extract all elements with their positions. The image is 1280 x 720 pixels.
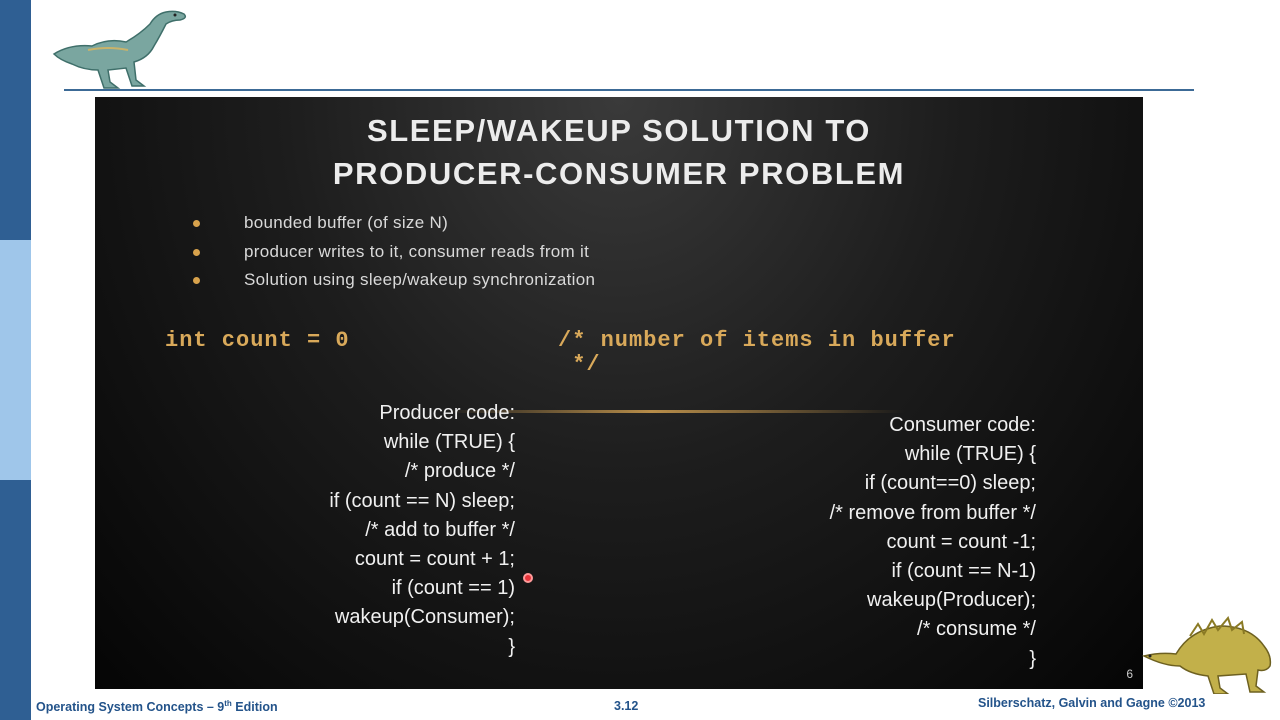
slide-title-line2: PRODUCER-CONSUMER PROBLEM xyxy=(332,156,906,191)
producer-code-line: count = count + 1; xyxy=(354,548,515,571)
bullet-item: bounded buffer (of size N) xyxy=(191,209,595,238)
producer-code-line: if (count == N) sleep; xyxy=(329,489,515,512)
consumer-code-line: wakeup(Producer); xyxy=(867,589,1036,612)
stegosaurus-logo-icon xyxy=(1141,616,1272,694)
producer-code: Producer code: while (TRUE) { /* produce… xyxy=(329,399,515,662)
header-rule xyxy=(64,89,1194,91)
footer-book-title: Operating System Concepts – 9th Edition xyxy=(36,699,278,715)
consumer-code-line: /* consume */ xyxy=(917,618,1036,641)
left-frame-bar-highlight xyxy=(0,240,31,480)
footer-page-number: 3.12 xyxy=(614,699,639,713)
producer-code-line: } xyxy=(508,635,515,658)
dinosaur-logo-icon xyxy=(52,10,187,89)
consumer-code-line: while (TRUE) { xyxy=(904,443,1036,466)
producer-code-line: wakeup(Consumer); xyxy=(334,606,515,629)
consumer-code-line: /* remove from buffer */ xyxy=(829,501,1036,524)
consumer-code-line: } xyxy=(1029,647,1036,670)
consumer-code-line: if (count == N-1) xyxy=(891,560,1036,583)
bullet-list: bounded buffer (of size N) producer writ… xyxy=(191,209,595,295)
bullet-item: Solution using sleep/wakeup synchronizat… xyxy=(191,266,595,295)
consumer-code-line: if (count==0) sleep; xyxy=(864,472,1036,495)
producer-code-line: while (TRUE) { xyxy=(383,431,515,454)
slide-title-line1: SLEEP/WAKEUP SOLUTION TO xyxy=(366,113,872,148)
producer-code-line: if (count == 1) xyxy=(391,577,515,600)
slide-page-number: 6 xyxy=(1126,667,1133,681)
producer-code-line: /* add to buffer */ xyxy=(365,518,515,541)
laser-pointer-icon xyxy=(523,573,533,583)
bullet-item: producer writes to it, consumer reads fr… xyxy=(191,238,595,267)
left-frame-bar xyxy=(0,0,31,720)
count-declaration: int count = 0 xyxy=(165,328,350,353)
consumer-code-line: count = count -1; xyxy=(886,530,1036,553)
count-comment: /* number of items in buffer */ xyxy=(558,328,956,377)
producer-heading: Producer code: xyxy=(379,402,515,424)
consumer-heading: Consumer code: xyxy=(889,414,1036,436)
footer-authors: Silberschatz, Galvin and Gagne ©2013 xyxy=(978,696,1206,710)
bullet-dot-icon xyxy=(193,220,200,227)
producer-code-line: /* produce */ xyxy=(404,460,515,483)
bullet-dot-icon xyxy=(193,248,200,256)
bullet-dot-icon xyxy=(193,277,200,284)
slide-image: SLEEP/WAKEUP SOLUTION TO PRODUCER-CONSUM… xyxy=(95,97,1143,689)
slide-title: SLEEP/WAKEUP SOLUTION TO PRODUCER-CONSUM… xyxy=(95,109,1143,195)
consumer-code: Consumer code: while (TRUE) { if (count=… xyxy=(830,411,1036,674)
